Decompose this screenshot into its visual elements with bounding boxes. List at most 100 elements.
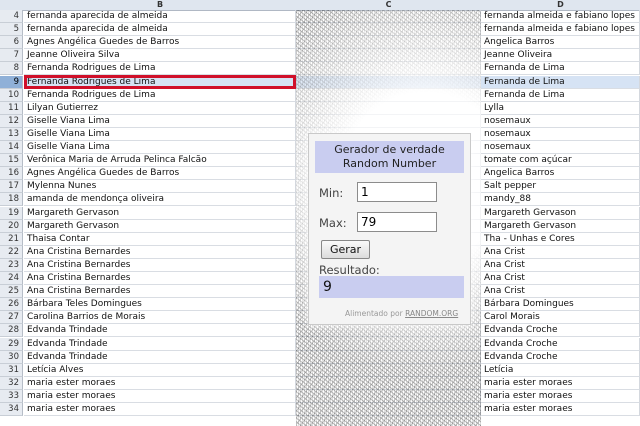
cell-c[interactable]	[296, 376, 481, 390]
table-row[interactable]: 30 Edvanda Trindade Edvanda Croche	[0, 350, 640, 364]
cell-d[interactable]: nosemaux	[481, 141, 640, 155]
table-row[interactable]: 9 Fernanda Rodrigues de Lima Fernanda de L…	[0, 75, 640, 89]
row-number[interactable]: 33	[0, 389, 23, 403]
cell-d[interactable]: Lylla	[481, 101, 640, 115]
row-number[interactable]: 18	[0, 193, 23, 207]
row-number[interactable]: 19	[0, 206, 23, 220]
table-row[interactable]: 33 maria ester moraes maria ester moraes	[0, 389, 640, 403]
cell-d[interactable]: tomate com açúcar	[481, 154, 640, 168]
cell-c[interactable]	[296, 363, 481, 377]
row-number[interactable]: 12	[0, 114, 23, 128]
cell-d[interactable]: Tha - Unhas e Cores	[481, 232, 640, 246]
cell-b[interactable]: Fernanda Rodrigues de Lima	[24, 88, 296, 102]
cell-c[interactable]	[296, 114, 481, 128]
cell-b[interactable]: Ana Cristina Bernardes	[24, 272, 296, 286]
cell-b[interactable]: Lilyan Gutierrez	[24, 101, 296, 115]
cell-b[interactable]: Ana Cristina Bernardes	[24, 258, 296, 272]
cell-b[interactable]: Jeanne Oliveira Silva	[24, 49, 296, 63]
row-number[interactable]: 15	[0, 154, 23, 168]
cell-c[interactable]	[296, 350, 481, 364]
cell-b[interactable]: Giselle Viana Lima	[24, 141, 296, 155]
cell-b[interactable]: Fernanda Rodrigues de Lima	[24, 75, 296, 89]
cell-d[interactable]: Ana Crist	[481, 272, 640, 286]
max-input[interactable]: 79	[357, 212, 437, 232]
cell-c[interactable]	[296, 62, 481, 76]
cell-c[interactable]	[296, 10, 481, 24]
cell-b[interactable]: Carolina Barrios de Morais	[24, 311, 296, 325]
row-number[interactable]: 5	[0, 23, 23, 37]
min-input[interactable]: 1	[357, 182, 437, 202]
cell-b[interactable]: Fernanda Rodrigues de Lima	[24, 62, 296, 76]
cell-d[interactable]: Angelica Barros	[481, 36, 640, 50]
cell-b[interactable]: Giselle Viana Lima	[24, 127, 296, 141]
cell-d[interactable]: Fernanda de Lima	[481, 75, 640, 89]
row-number[interactable]: 29	[0, 337, 23, 351]
cell-d[interactable]: nosemaux	[481, 114, 640, 128]
random-org-link[interactable]: RANDOM.ORG	[405, 309, 458, 318]
row-number[interactable]: 23	[0, 258, 23, 272]
cell-d[interactable]: mandy_88	[481, 193, 640, 207]
row-number[interactable]: 27	[0, 311, 23, 325]
row-number[interactable]: 11	[0, 101, 23, 115]
row-number[interactable]: 13	[0, 127, 23, 141]
cell-b[interactable]: Ana Cristina Bernardes	[24, 285, 296, 299]
cell-b[interactable]: maria ester moraes	[24, 403, 296, 417]
cell-b[interactable]: Agnes Angélica Guedes de Barros	[24, 167, 296, 181]
cell-b[interactable]: Letícia Alves	[24, 363, 296, 377]
row-number[interactable]: 21	[0, 232, 23, 246]
cell-d[interactable]: fernanda almeida e fabiano lopes	[481, 23, 640, 37]
cell-d[interactable]: Bárbara Domingues	[481, 298, 640, 312]
cell-d[interactable]: Ana Crist	[481, 245, 640, 259]
row-number[interactable]: 25	[0, 285, 23, 299]
cell-d[interactable]: maria ester moraes	[481, 376, 640, 390]
cell-b[interactable]: Edvanda Trindade	[24, 337, 296, 351]
table-row[interactable]: 10 Fernanda Rodrigues de Lima Fernanda de …	[0, 88, 640, 102]
table-row[interactable]: 31 Letícia Alves Letícia	[0, 363, 640, 377]
cell-d[interactable]: maria ester moraes	[481, 389, 640, 403]
cell-d[interactable]: Salt pepper	[481, 180, 640, 194]
generate-button[interactable]: Gerar	[321, 240, 370, 259]
cell-d[interactable]: Angelica Barros	[481, 167, 640, 181]
row-number[interactable]: 10	[0, 88, 23, 102]
cell-d[interactable]: nosemaux	[481, 127, 640, 141]
table-row[interactable]: 32 maria ester moraes maria ester moraes	[0, 376, 640, 390]
cell-b[interactable]: Ana Cristina Bernardes	[24, 245, 296, 259]
table-row[interactable]: 12 Giselle Viana Lima nosemaux	[0, 114, 640, 128]
cell-d[interactable]: Edvanda Croche	[481, 337, 640, 351]
cell-c[interactable]	[296, 337, 481, 351]
table-row[interactable]: 29 Edvanda Trindade Edvanda Croche	[0, 337, 640, 351]
row-number[interactable]: 26	[0, 298, 23, 312]
cell-c[interactable]	[296, 324, 481, 338]
row-number[interactable]: 6	[0, 36, 23, 50]
cell-c[interactable]	[296, 88, 481, 102]
cell-b[interactable]: fernanda aparecida de almeida	[24, 10, 296, 24]
cell-b[interactable]: Mylenna Nunes	[24, 180, 296, 194]
cell-d[interactable]: Fernanda de Lima	[481, 62, 640, 76]
cell-b[interactable]: Thaisa Contar	[24, 232, 296, 246]
row-number[interactable]: 4	[0, 10, 23, 24]
table-row[interactable]: 7 Jeanne Oliveira Silva Jeanne Oliveira	[0, 49, 640, 63]
cell-c[interactable]	[296, 101, 481, 115]
cell-c[interactable]	[296, 36, 481, 50]
table-row[interactable]: 8 Fernanda Rodrigues de Lima Fernanda de L…	[0, 62, 640, 76]
row-number[interactable]: 28	[0, 324, 23, 338]
cell-d[interactable]: Letícia	[481, 363, 640, 377]
cell-d[interactable]: Margareth Gervason	[481, 219, 640, 233]
cell-b[interactable]: maria ester moraes	[24, 389, 296, 403]
table-row[interactable]: 34 maria ester moraes maria ester moraes	[0, 403, 640, 417]
cell-b[interactable]: Verônica Maria de Arruda Pelinca Falcão	[24, 154, 296, 168]
cell-d[interactable]: Jeanne Oliveira	[481, 49, 640, 63]
cell-b[interactable]: Margareth Gervason	[24, 219, 296, 233]
cell-b[interactable]: Giselle Viana Lima	[24, 114, 296, 128]
cell-d[interactable]: fernanda almeida e fabiano lopes	[481, 10, 640, 24]
table-row[interactable]: 28 Edvanda Trindade Edvanda Croche	[0, 324, 640, 338]
cell-b[interactable]: Edvanda Trindade	[24, 350, 296, 364]
cell-c[interactable]	[296, 389, 481, 403]
cell-d[interactable]: Ana Crist	[481, 258, 640, 272]
cell-b[interactable]: maria ester moraes	[24, 376, 296, 390]
row-number[interactable]: 8	[0, 62, 23, 76]
row-number[interactable]: 20	[0, 219, 23, 233]
cell-b[interactable]: Edvanda Trindade	[24, 324, 296, 338]
cell-d[interactable]: maria ester moraes	[481, 403, 640, 417]
row-number[interactable]: 17	[0, 180, 23, 194]
